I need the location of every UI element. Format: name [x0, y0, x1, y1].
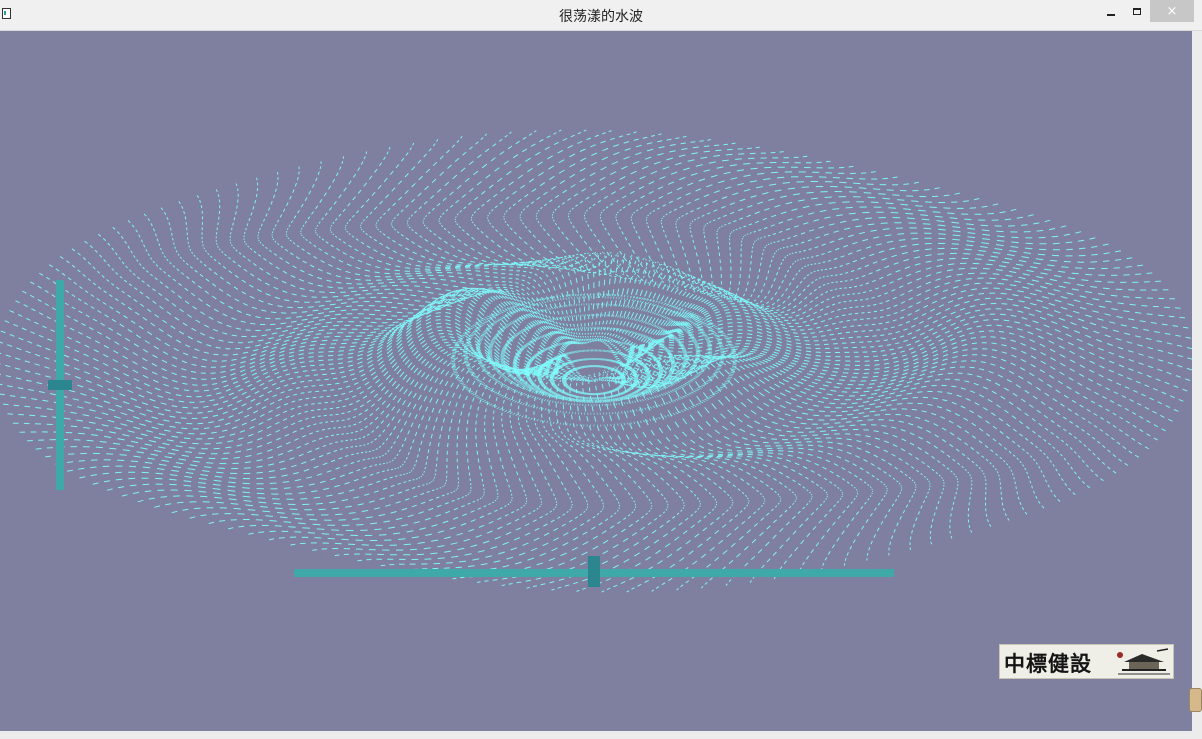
- water-wave-surface: [0, 129, 1192, 593]
- logo-text: 中標健設: [1004, 651, 1092, 676]
- wave-center-ripple: [451, 293, 737, 427]
- title-bar: 很荡漾的水波 ×: [0, 0, 1202, 31]
- window-bottom-edge: [0, 731, 1202, 739]
- company-logo: 中標健設: [999, 644, 1174, 679]
- render-viewport[interactable]: 中標健設: [0, 31, 1192, 731]
- window-right-edge: [1192, 31, 1202, 731]
- wave-lines: [0, 129, 1192, 593]
- resize-handle[interactable]: [1189, 688, 1202, 712]
- maximize-icon: [1133, 7, 1141, 15]
- close-icon: ×: [1166, 3, 1178, 19]
- pavilion-icon: [1117, 648, 1170, 675]
- horizontal-slider-thumb[interactable]: [588, 556, 600, 587]
- window-title: 很荡漾的水波: [559, 9, 643, 25]
- minimize-button[interactable]: [1097, 0, 1125, 22]
- minimize-icon: [1107, 14, 1115, 16]
- close-button[interactable]: ×: [1150, 0, 1194, 22]
- maximize-button[interactable]: [1123, 0, 1151, 22]
- vertical-slider-thumb[interactable]: [48, 380, 72, 390]
